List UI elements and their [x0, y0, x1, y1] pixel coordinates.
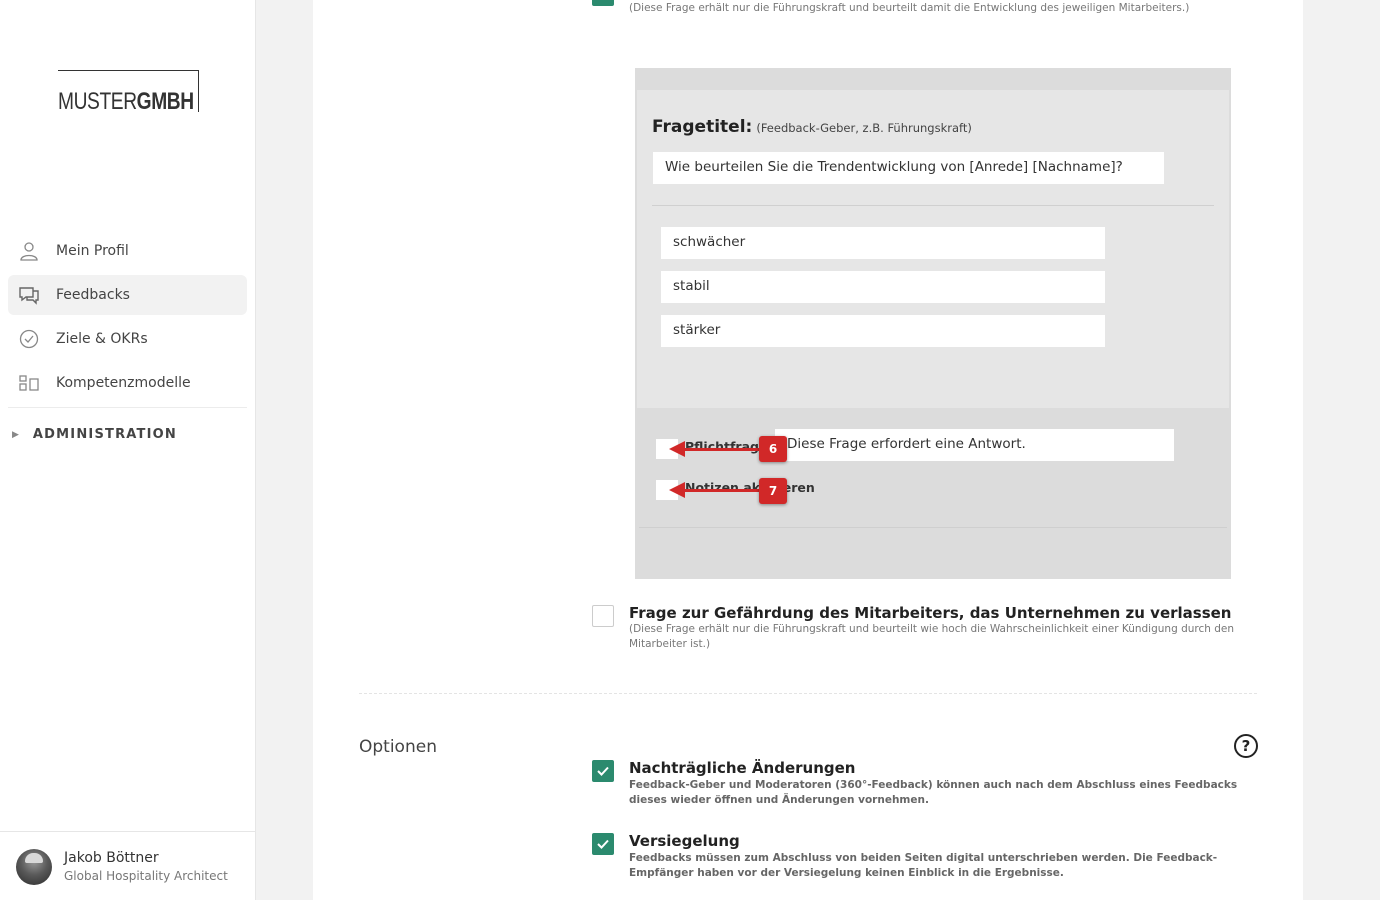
sealing-description: Feedbacks müssen zum Abschluss von beide… [629, 852, 1218, 879]
chat-icon [18, 284, 40, 306]
check-circle-icon [18, 328, 40, 350]
nav-label: Ziele & OKRs [56, 331, 148, 347]
nav-label: Mein Profil [56, 243, 129, 259]
nav-item-mein-profil[interactable]: Mein Profil [8, 231, 247, 271]
question-separator [652, 205, 1214, 206]
annotation-arrow-line [685, 489, 760, 492]
sealing-checkbox[interactable] [592, 833, 614, 855]
options-section-label: Optionen [359, 737, 437, 757]
section-divider [359, 693, 1257, 694]
model-icon [18, 372, 40, 394]
question-preview-body: Fragetitel: (Feedback-Geber, z.B. Führung… [637, 90, 1229, 408]
checkmark-icon [597, 766, 609, 776]
subsequent-changes-title: Nachträgliche Änderungen [629, 759, 856, 777]
user-role: Global Hospitality Architect [64, 869, 228, 883]
nav-label: Feedbacks [56, 287, 130, 303]
notes-label: Notizen aktivieren [685, 480, 815, 495]
main-content: (Diese Frage erhält nur die Führungskraf… [313, 0, 1303, 900]
risk-question-checkbox[interactable] [592, 605, 614, 627]
logo-text-bold: GMBH [136, 88, 194, 115]
nav-divider [8, 407, 247, 408]
avatar [16, 849, 52, 885]
nav-item-ziele-okrs[interactable]: Ziele & OKRs [8, 319, 247, 359]
arrow-left-icon [669, 441, 685, 457]
main-nav: Mein Profil Feedbacks Ziele & OKRs Kompe… [8, 231, 247, 407]
user-icon [18, 240, 40, 262]
nav-item-administration[interactable]: ▶ ADMINISTRATION [12, 427, 177, 442]
question-title-label: Fragetitel: (Feedback-Geber, z.B. Führung… [652, 117, 972, 137]
annotation-arrow-line [685, 448, 760, 451]
answer-option-input[interactable]: stärker [661, 315, 1105, 347]
required-message-input[interactable]: Diese Frage erfordert eine Antwort. [775, 429, 1174, 461]
trend-question-description: (Diese Frage erhält nur die Führungskraf… [629, 2, 1190, 14]
user-profile[interactable]: Jakob Böttner Global Hospitality Archite… [0, 831, 255, 900]
annotation-marker: 7 [759, 478, 787, 504]
question-title: Fragetitel: [652, 117, 753, 137]
sidebar: MUSTERGMBH Mein Profil Feedbacks Ziele &… [0, 0, 256, 900]
preview-separator [639, 527, 1227, 528]
subsequent-changes-checkbox[interactable] [592, 760, 614, 782]
arrow-left-icon [669, 482, 685, 498]
annotation-marker: 6 [759, 436, 787, 462]
question-title-hint: (Feedback-Geber, z.B. Führungskraft) [756, 121, 972, 135]
nav-label: Kompetenzmodelle [56, 375, 191, 391]
company-logo[interactable]: MUSTERGMBH [58, 70, 199, 115]
risk-question-description: (Diese Frage erhält nur die Führungskraf… [629, 623, 1235, 650]
user-name: Jakob Böttner [64, 850, 159, 866]
nav-item-kompetenzmodelle[interactable]: Kompetenzmodelle [8, 363, 247, 403]
question-preview: Fragetitel: (Feedback-Geber, z.B. Führung… [635, 68, 1231, 579]
subsequent-changes-description: Feedback-Geber und Moderatoren (360°-Fee… [629, 779, 1238, 806]
risk-question-title: Frage zur Gefährdung des Mitarbeiters, d… [629, 604, 1232, 622]
required-label: Pflichtfrage [685, 439, 768, 454]
trend-question-checkbox[interactable] [592, 0, 614, 6]
chevron-right-icon: ▶ [12, 429, 19, 440]
nav-item-feedbacks[interactable]: Feedbacks [8, 275, 247, 315]
answer-option-input[interactable]: stabil [661, 271, 1105, 303]
checkmark-icon [597, 839, 609, 849]
answer-option-input[interactable]: schwächer [661, 227, 1105, 259]
logo-text-light: MUSTER [58, 88, 137, 115]
question-title-input[interactable]: Wie beurteilen Sie die Trendentwicklung … [653, 152, 1164, 184]
admin-label: ADMINISTRATION [32, 427, 177, 442]
sealing-title: Versiegelung [629, 832, 740, 850]
help-icon[interactable]: ? [1234, 734, 1258, 758]
